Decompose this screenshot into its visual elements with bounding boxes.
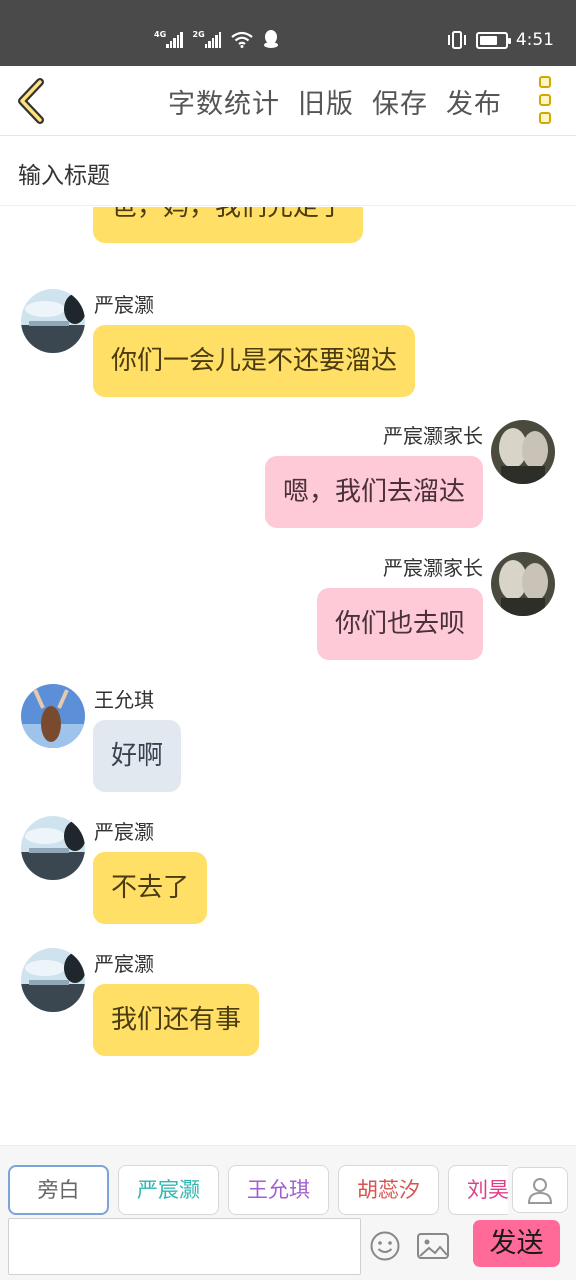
sender-name: 严宸灏 — [94, 952, 154, 976]
editor-toolbar: 字数统计 旧版 保存 发布 — [0, 66, 576, 136]
role-selector[interactable]: 旁白 严宸灏 王允琪 胡蕊汐 刘昊铭 — [8, 1165, 508, 1215]
wifi-icon — [231, 31, 253, 48]
message-bubble[interactable]: 我们还有事 — [93, 984, 260, 1056]
anime-couple-avatar[interactable] — [491, 420, 555, 484]
network-type-label: 4G — [154, 30, 167, 39]
title-field[interactable]: 输入标题 — [0, 136, 576, 206]
emoji-button[interactable] — [369, 1230, 401, 1262]
message-bubble[interactable]: 爸，妈，我们先走了 — [93, 207, 364, 243]
role-chip[interactable]: 刘昊铭 — [448, 1165, 508, 1215]
old-version-button[interactable]: 旧版 — [298, 82, 354, 121]
status-time: 4:51 — [515, 30, 554, 50]
manage-roles-button[interactable] — [512, 1167, 568, 1213]
publish-button[interactable]: 发布 — [446, 82, 502, 121]
message-bubble[interactable]: 嗯，我们去溜达 — [264, 456, 483, 528]
network-type-label: 2G — [192, 30, 205, 39]
send-button[interactable]: 发送 — [473, 1220, 560, 1267]
save-button[interactable]: 保存 — [372, 82, 428, 121]
girl-sky-avatar[interactable] — [21, 684, 85, 748]
message-bubble[interactable]: 你们一会儿是不还要溜达 — [93, 325, 416, 397]
toolbar-actions: 字数统计 旧版 保存 发布 — [168, 82, 502, 121]
sender-name: 严宸灏 — [94, 293, 154, 317]
sky-lake-avatar[interactable] — [21, 816, 85, 880]
title-input-placeholder[interactable]: 输入标题 — [18, 156, 110, 190]
image-button[interactable] — [416, 1230, 450, 1262]
sender-name: 严宸灏 — [94, 820, 154, 844]
sender-name: 严宸灏家长 — [383, 556, 483, 580]
chevron-left-icon — [18, 78, 44, 124]
role-chip[interactable]: 胡蕊汐 — [338, 1165, 439, 1215]
battery-icon — [475, 31, 511, 49]
status-bar: 4G 2G 4:51 — [0, 0, 576, 66]
sender-name: 王允琪 — [94, 688, 154, 712]
signal-icon: 4G — [154, 30, 183, 48]
role-chip[interactable]: 王允琪 — [228, 1165, 329, 1215]
message-bubble[interactable]: 你们也去呗 — [316, 588, 483, 660]
anime-couple-avatar[interactable] — [491, 552, 555, 616]
message-bubble[interactable]: 不去了 — [93, 852, 208, 924]
image-icon — [417, 1233, 449, 1259]
status-icons: 4G 2G — [154, 30, 279, 48]
role-chip[interactable]: 严宸灏 — [118, 1165, 219, 1215]
more-vertical-icon — [539, 76, 551, 88]
composer-panel: 旁白 严宸灏 王允琪 胡蕊汐 刘昊铭 发送 — [0, 1145, 576, 1280]
more-menu-button[interactable] — [536, 76, 554, 124]
role-chip-narrator[interactable]: 旁白 — [8, 1165, 109, 1215]
sky-lake-avatar[interactable] — [21, 948, 85, 1012]
vibrate-icon — [447, 31, 466, 49]
sky-lake-avatar[interactable] — [21, 289, 85, 353]
qq-icon — [264, 30, 278, 48]
signal-icon: 2G — [192, 30, 221, 48]
message-input[interactable] — [8, 1218, 361, 1275]
person-icon — [527, 1178, 553, 1204]
message-bubble[interactable]: 好啊 — [93, 720, 182, 792]
word-count-button[interactable]: 字数统计 — [168, 82, 280, 121]
emoji-icon — [370, 1231, 400, 1261]
back-button[interactable] — [12, 78, 52, 124]
sender-name: 严宸灏家长 — [383, 424, 483, 448]
chat-area[interactable]: 爸，妈，我们先走了 严宸灏 你们一会儿是不还要溜达 严宸灏家长 嗯，我们去溜达 … — [0, 207, 576, 1145]
